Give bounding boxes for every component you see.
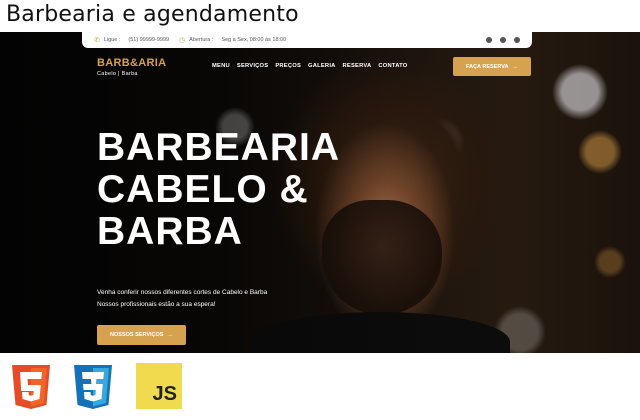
- brand-logo[interactable]: BARB&ARIA Cabelo | Barba: [97, 57, 166, 77]
- nav-item-menu[interactable]: MENU: [212, 63, 230, 69]
- contact-topbar: ✆ Ligue : (51) 99999-9999 ◷ Abertura : S…: [82, 32, 532, 48]
- arrow-right-icon: →: [512, 63, 518, 70]
- hero-subtitle: Venha conferir nossos diferentes cortes …: [97, 287, 267, 311]
- phone-info[interactable]: ✆ Ligue : (51) 99999-9999: [94, 36, 169, 44]
- hours-text: Seg a Sex, 08:00 às 18:00: [221, 37, 287, 43]
- hero-headline-line: CABELO &: [97, 168, 309, 212]
- services-button-label: NOSSOS SERVIÇOS: [110, 332, 164, 338]
- nav-item-precos[interactable]: PREÇOS: [275, 63, 301, 69]
- instagram-icon[interactable]: [500, 37, 506, 43]
- phone-icon: ✆: [94, 37, 100, 44]
- javascript-icon: JS: [136, 363, 182, 409]
- hours-label: Abertura :: [189, 37, 214, 43]
- whatsapp-icon[interactable]: [514, 37, 520, 43]
- reserve-button[interactable]: FAÇA RESERVA →: [453, 57, 531, 76]
- facebook-icon[interactable]: [486, 37, 492, 43]
- page-title: Barbearia e agendamento: [6, 2, 299, 27]
- html5-icon: [10, 363, 52, 411]
- nav-item-galeria[interactable]: GALERIA: [308, 63, 336, 69]
- css3-icon: [72, 363, 114, 411]
- main-nav: MENU SERVIÇOS PREÇOS GALERIA RESERVA CON…: [212, 63, 408, 69]
- nav-item-reserva[interactable]: RESERVA: [343, 63, 372, 69]
- phone-number: (51) 99999-9999: [128, 37, 170, 43]
- hero-headline-line: BARBEARIA: [97, 126, 340, 169]
- arrow-right-icon: →: [167, 332, 173, 338]
- reserve-button-label: FAÇA RESERVA: [466, 63, 509, 70]
- brand-tagline: Cabelo | Barba: [97, 71, 138, 77]
- hero-subtitle-line: Venha conferir nossos diferentes cortes …: [97, 289, 268, 296]
- nav-item-servicos[interactable]: SERVIÇOS: [237, 63, 268, 69]
- brand-name: BARB&ARIA: [97, 57, 167, 69]
- social-links: [486, 37, 520, 43]
- hours-info: ◷ Abertura : Seg a Sex, 08:00 às 18:00: [179, 36, 286, 44]
- hero-headline: BARBEARIA CABELO & BARBA: [97, 126, 340, 254]
- clock-icon: ◷: [179, 37, 186, 44]
- hero-headline-line: BARBA: [97, 210, 243, 254]
- javascript-icon-text: JS: [152, 383, 177, 405]
- services-button[interactable]: NOSSOS SERVIÇOS →: [97, 325, 186, 345]
- hero-subtitle-line: Nossos profissionais estão a sua espera!: [97, 301, 216, 309]
- nav-item-contato[interactable]: CONTATO: [378, 63, 407, 69]
- phone-label: Ligue :: [103, 37, 121, 43]
